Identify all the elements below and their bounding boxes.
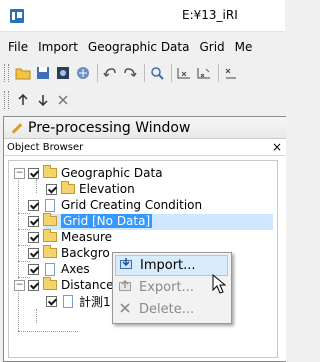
context-item-label: Delete...	[139, 302, 195, 317]
checkbox[interactable]	[46, 295, 57, 307]
object-browser-header: Object Browser ×	[4, 139, 286, 156]
menu-measured-data[interactable]: Me	[229, 37, 257, 57]
object-browser-title: Object Browser	[7, 141, 84, 153]
toolbar-grip[interactable]	[4, 91, 9, 109]
expander-collapse[interactable]: −	[14, 280, 25, 291]
tree-item-grid[interactable]: Grid [No Data]	[28, 213, 153, 229]
expander-collapse[interactable]: −	[14, 168, 25, 179]
open-folder-icon[interactable]	[14, 64, 32, 82]
undo-icon[interactable]	[101, 64, 119, 82]
tree-item-background-images[interactable]: Backgro	[28, 245, 110, 261]
context-import[interactable]: Import...	[115, 255, 228, 276]
pre-processing-title-bar[interactable]: Pre-processing Window	[4, 117, 286, 139]
import-icon	[116, 258, 136, 273]
toolbar-separator	[97, 64, 98, 82]
arrow-up-icon[interactable]	[14, 91, 32, 109]
folder-icon	[43, 245, 57, 258]
context-item-label: Import...	[140, 258, 196, 273]
zoom-icon[interactable]	[148, 64, 166, 82]
tree-item-label: Grid [No Data]	[61, 214, 153, 228]
toolbar-grip[interactable]	[4, 64, 9, 82]
tree-item-label: Grid Creating Condition	[61, 198, 203, 212]
window-title: E:¥13_iRI	[182, 8, 238, 22]
menu-bar: File Import Geographic Data Grid Me	[0, 37, 285, 57]
redo-icon[interactable]	[121, 64, 139, 82]
tree-item-elevation[interactable]: Elevation	[46, 181, 135, 197]
tree-item-label: Measure	[61, 230, 112, 244]
tree-item-label: 計測1	[79, 294, 111, 309]
tree-item-geographic-data[interactable]: Geographic Data	[28, 165, 163, 181]
arrow-down-icon[interactable]	[34, 91, 52, 109]
folder-icon	[43, 165, 57, 178]
axis-xy-icon[interactable]	[195, 64, 213, 82]
snapshot-icon[interactable]	[54, 64, 72, 82]
checkbox[interactable]	[28, 167, 39, 179]
tree-item-label: Distance	[61, 278, 114, 292]
folder-icon	[61, 181, 75, 194]
main-toolbar	[0, 61, 285, 85]
tree-item-grid-creating-condition[interactable]: Grid Creating Condition	[28, 197, 202, 213]
export-icon	[115, 280, 135, 295]
tree-item-label: Backgro	[61, 246, 110, 260]
tree-item-axes[interactable]: Axes	[28, 261, 90, 277]
pre-processing-window: Pre-processing Window Object Browser × −…	[3, 116, 286, 362]
axis-x-icon[interactable]	[175, 64, 193, 82]
folder-icon	[43, 277, 57, 290]
tree-line	[36, 309, 37, 323]
toolbar-separator	[171, 64, 172, 82]
close-icon[interactable]: ×	[272, 140, 282, 154]
pre-processing-title: Pre-processing Window	[28, 119, 191, 136]
tree-item-measured-values[interactable]: Measure	[28, 229, 112, 245]
tree-line	[18, 173, 19, 331]
object-toolbar	[0, 88, 285, 112]
menu-geographic-data[interactable]: Geographic Data	[82, 37, 194, 57]
checkbox[interactable]	[28, 215, 39, 227]
tree-item-distance-measures[interactable]: Distance	[28, 277, 113, 293]
context-item-label: Export...	[139, 280, 194, 295]
folder-icon	[43, 229, 57, 242]
axis-partial-icon[interactable]	[222, 64, 240, 82]
checkbox[interactable]	[28, 279, 39, 291]
document-icon	[45, 262, 55, 276]
tree-line	[36, 179, 37, 193]
toolbar-separator	[218, 64, 219, 82]
toolbar-separator	[144, 64, 145, 82]
delete-icon	[115, 302, 135, 317]
menu-file[interactable]: File	[0, 37, 32, 57]
checkbox[interactable]	[28, 199, 39, 211]
context-delete[interactable]: Delete...	[115, 299, 228, 320]
checkbox[interactable]	[46, 183, 57, 195]
network-icon[interactable]	[74, 64, 92, 82]
tree-item-label: Elevation	[79, 182, 135, 196]
checkbox[interactable]	[28, 263, 39, 275]
mouse-cursor-icon	[212, 273, 232, 296]
tree-item-label: Axes	[61, 262, 90, 276]
delete-icon[interactable]	[54, 91, 72, 109]
folder-icon	[43, 213, 57, 226]
menu-import[interactable]: Import	[32, 37, 82, 57]
title-bar: E:¥13_iRI	[0, 0, 285, 32]
document-icon	[45, 198, 55, 212]
save-icon[interactable]	[34, 64, 52, 82]
app-icon[interactable]	[10, 9, 24, 23]
menu-grid[interactable]: Grid	[193, 37, 228, 57]
checkbox[interactable]	[28, 231, 39, 243]
document-icon	[63, 294, 73, 308]
checkbox[interactable]	[28, 247, 39, 259]
tree-item-measure-1[interactable]: 計測1	[46, 293, 111, 309]
pencil-icon	[10, 121, 24, 135]
tree-item-label: Geographic Data	[61, 166, 163, 180]
tree-line	[18, 331, 78, 332]
